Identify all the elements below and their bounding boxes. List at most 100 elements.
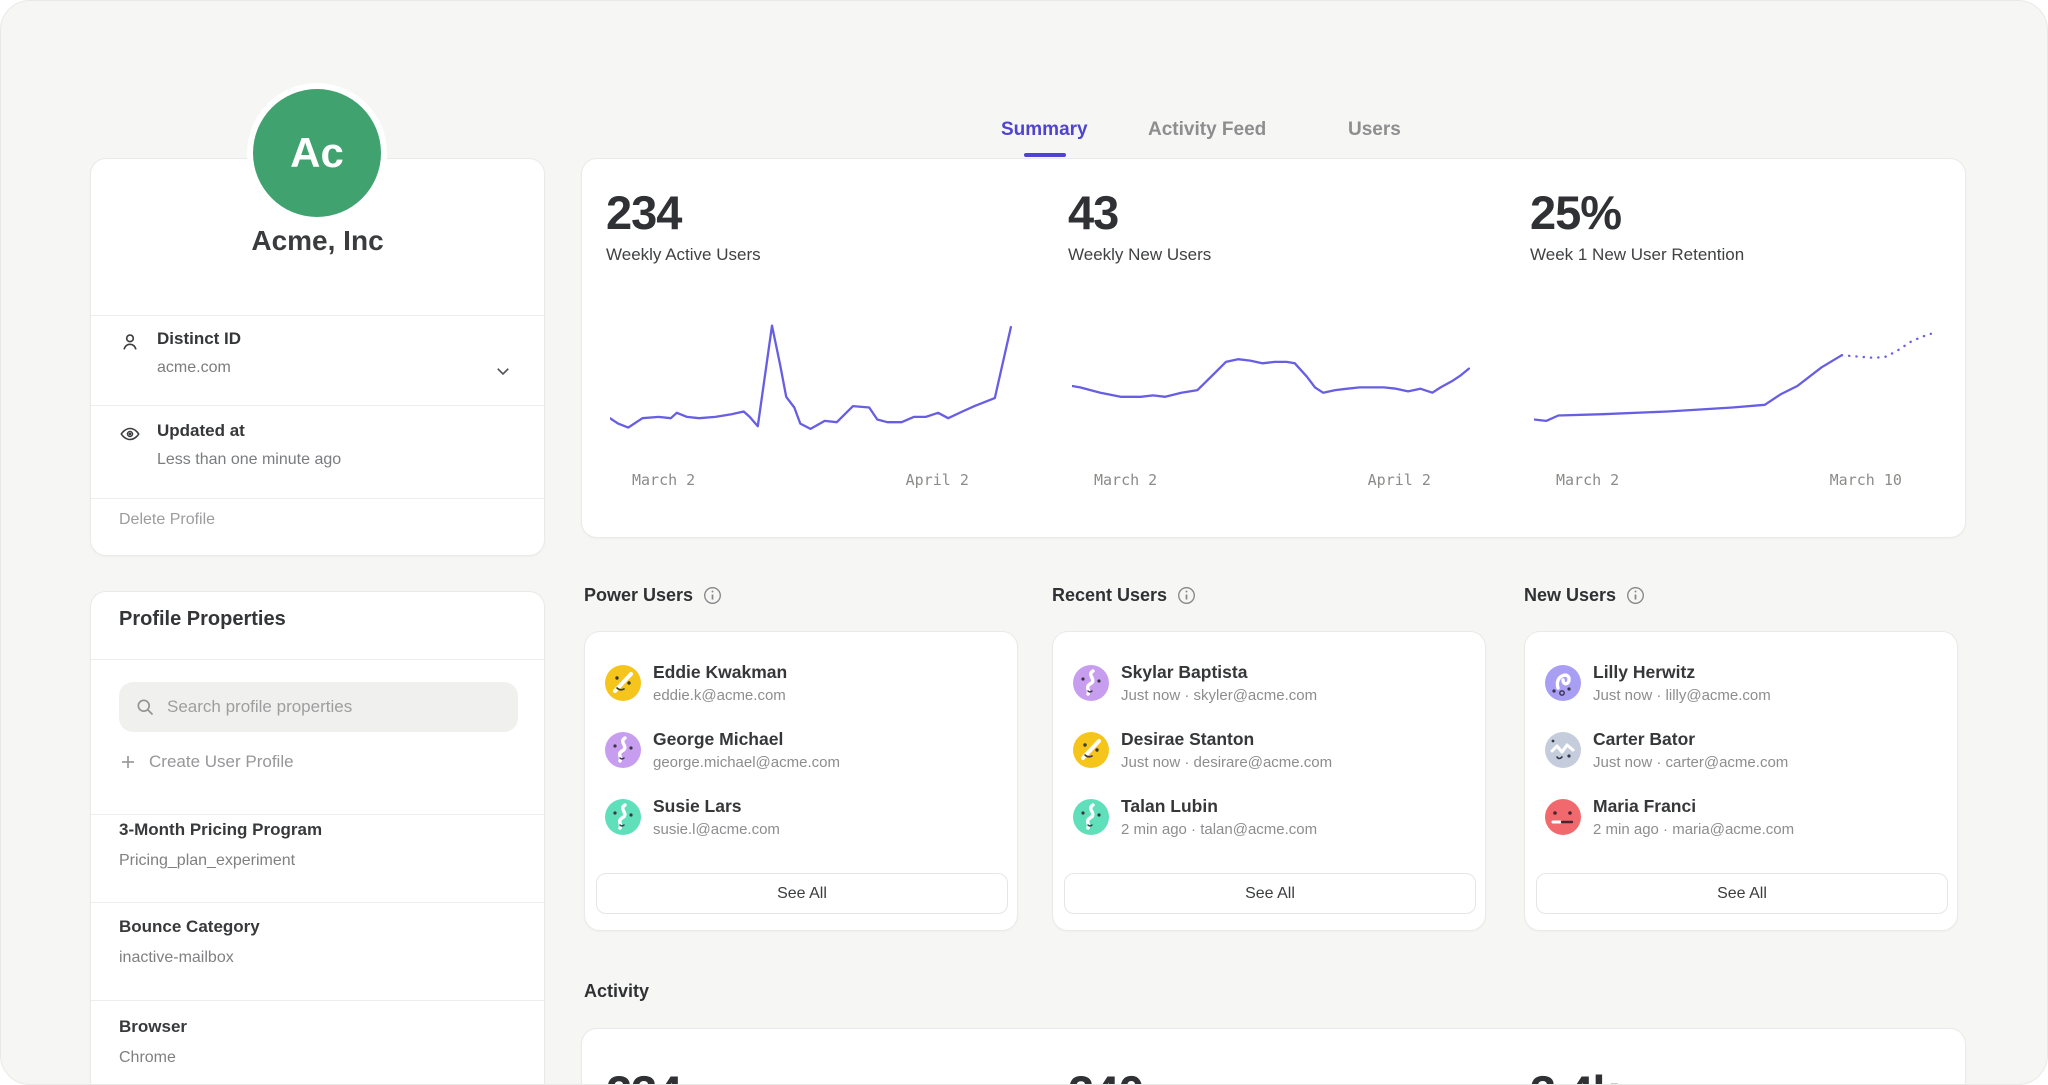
company-avatar: Ac [253,89,381,217]
tab-activity-feed[interactable]: Activity Feed [1148,119,1266,141]
x-axis-tick: April 2 [1368,471,1431,489]
sparkline-week1-retention [1534,307,1939,449]
info-icon[interactable] [1177,586,1196,605]
create-user-profile-label: Create User Profile [149,752,294,772]
divider [91,902,544,903]
stat-value: 43 [1068,185,1118,240]
user-row[interactable]: Carter Bator Just now · carter@acme.com [1545,729,1939,777]
property-value[interactable]: inactive-mailbox [119,949,234,967]
divider [91,1000,544,1001]
see-all-button[interactable]: See All [596,873,1008,914]
x-axis: March 2 March 10 [1534,471,1939,493]
property-name[interactable]: 3-Month Pricing Program [119,820,322,840]
stat-value: 25% [1530,185,1621,240]
app-window: Ac Acme, Inc Distinct ID acme.com Update… [0,0,2048,1085]
new-users-card: Lilly Herwitz Just now · lilly@acme.com … [1524,631,1958,931]
section-title: New Users [1524,585,1616,606]
activity-stat-value: 3.4k [1530,1065,1617,1085]
x-axis-tick: March 2 [632,471,695,489]
user-avatar [605,665,641,701]
search-profile-properties[interactable] [119,682,518,732]
see-all-button[interactable]: See All [1064,873,1476,914]
divider [91,405,544,406]
sparkline-weekly-new-users [1072,307,1477,449]
user-name: Lilly Herwitz [1593,662,1695,683]
user-name: Desirae Stanton [1121,729,1254,750]
user-row[interactable]: Maria Franci 2 min ago · maria@acme.com [1545,796,1939,844]
user-meta: george.michael@acme.com [653,754,840,771]
user-row[interactable]: Lilly Herwitz Just now · lilly@acme.com [1545,662,1939,710]
activity-stat-value: 234 [606,1065,681,1085]
x-axis: March 2 April 2 [1072,471,1477,493]
user-meta: Just now · skyler@acme.com [1121,687,1317,704]
user-name: Susie Lars [653,796,742,817]
property-name[interactable]: Bounce Category [119,917,260,937]
user-avatar [605,799,641,835]
active-tab-underline [1024,153,1066,157]
user-row[interactable]: George Michael george.michael@acme.com [605,729,999,777]
divider [91,498,544,499]
x-axis-tick: March 10 [1830,471,1902,489]
eye-icon [119,423,141,445]
user-meta: eddie.k@acme.com [653,687,786,704]
profile-properties-title: Profile Properties [119,608,286,631]
info-icon[interactable] [1626,586,1645,605]
section-title: Power Users [584,585,693,606]
tab-users[interactable]: Users [1348,119,1401,141]
user-meta: 2 min ago · talan@acme.com [1121,821,1317,838]
field-label-updated-at: Updated at [157,421,245,441]
field-label-distinct-id: Distinct ID [157,329,241,349]
property-name[interactable]: Browser [119,1017,187,1037]
summary-stats-card: 234 Weekly Active Users March 2 April 2 … [581,158,1966,538]
sparkline-weekly-active-users [610,307,1015,449]
user-row[interactable]: Susie Lars susie.l@acme.com [605,796,999,844]
delete-profile-button[interactable]: Delete Profile [119,511,215,529]
user-name: Talan Lubin [1121,796,1218,817]
activity-section-title: Activity [584,981,649,1002]
stat-value: 234 [606,185,681,240]
info-icon[interactable] [703,586,722,605]
divider [91,814,544,815]
stat-week1-retention: 25% Week 1 New User Retention March 2 Ma… [1506,159,1967,537]
user-avatar [1073,732,1109,768]
x-axis-tick: April 2 [906,471,969,489]
chevron-down-icon[interactable] [494,362,512,380]
section-new-users: New Users Lilly Herwitz Just now · lilly… [1524,584,1958,606]
user-row[interactable]: Desirae Stanton Just now · desirare@acme… [1073,729,1467,777]
create-user-profile-button[interactable]: Create User Profile [119,752,294,772]
field-value-updated-at: Less than one minute ago [157,451,341,469]
divider [91,315,544,316]
user-meta: susie.l@acme.com [653,821,780,838]
section-power-users: Power Users Eddie Kwakman eddie.k@acme.c… [584,584,1018,606]
field-value-distinct-id: acme.com [157,359,231,377]
user-name: Carter Bator [1593,729,1695,750]
section-recent-users: Recent Users Skylar Baptista Just now · … [1052,584,1486,606]
user-row[interactable]: Skylar Baptista Just now · skyler@acme.c… [1073,662,1467,710]
divider [91,659,544,660]
section-title: Recent Users [1052,585,1167,606]
stat-weekly-new-users: 43 Weekly New Users March 2 April 2 [1044,159,1505,537]
user-name: Eddie Kwakman [653,662,787,683]
tab-summary[interactable]: Summary [1001,119,1088,141]
company-avatar-initials: Ac [290,129,344,177]
activity-card: 234 240 3.4k [581,1028,1966,1085]
profile-card: Acme, Inc Distinct ID acme.com Updated a… [90,158,545,556]
user-avatar [1073,799,1109,835]
property-value[interactable]: Chrome [119,1049,176,1067]
user-row[interactable]: Talan Lubin 2 min ago · talan@acme.com [1073,796,1467,844]
x-axis-tick: March 2 [1094,471,1157,489]
recent-users-card: Skylar Baptista Just now · skyler@acme.c… [1052,631,1486,931]
company-name: Acme, Inc [91,225,544,257]
user-avatar [1545,665,1581,701]
user-avatar [1545,799,1581,835]
x-axis: March 2 April 2 [610,471,1015,493]
property-value[interactable]: Pricing_plan_experiment [119,852,295,870]
search-input[interactable] [165,696,495,718]
activity-stat-value: 240 [1068,1065,1143,1085]
person-icon [119,331,141,353]
see-all-button[interactable]: See All [1536,873,1948,914]
stat-label: Week 1 New User Retention [1530,245,1744,265]
user-row[interactable]: Eddie Kwakman eddie.k@acme.com [605,662,999,710]
power-users-card: Eddie Kwakman eddie.k@acme.com George Mi… [584,631,1018,931]
stat-weekly-active-users: 234 Weekly Active Users March 2 April 2 [582,159,1043,537]
